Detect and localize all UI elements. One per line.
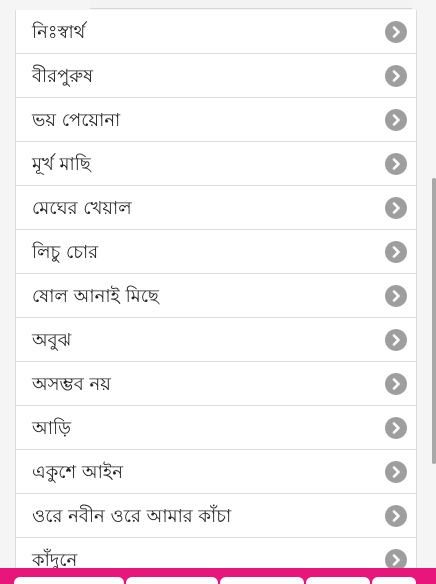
- list-item[interactable]: আড়ি: [16, 406, 416, 450]
- chevron-right-circle-icon: [385, 417, 407, 439]
- list-item-label: ভয় পেয়োনা: [32, 110, 121, 131]
- scrollbar[interactable]: [432, 178, 436, 464]
- top-search-bar-edge: [90, 0, 412, 9]
- list-item[interactable]: নিঃস্বার্থ: [16, 10, 416, 54]
- chevron-right-circle-icon: [385, 21, 407, 43]
- chevron-right-circle-icon: [385, 373, 407, 395]
- list-item[interactable]: ভয় পেয়োনা: [16, 98, 416, 142]
- list-item-label: ষোল আনাই মিছে: [32, 286, 159, 307]
- chevron-right-circle-icon: [385, 505, 407, 527]
- list-item-label: মূর্খ মাছি: [32, 154, 91, 175]
- list-item[interactable]: মেঘের খেয়াল: [16, 186, 416, 230]
- list-item-label: একুশে আইন: [32, 462, 123, 483]
- list-item[interactable]: ওরে নবীন ওরে আমার কাঁচা: [16, 494, 416, 538]
- list-item[interactable]: ষোল আনাই মিছে: [16, 274, 416, 318]
- list-item-label: আড়ি: [32, 418, 71, 439]
- list-item-label: বীরপুরুষ: [32, 66, 94, 87]
- chevron-right-circle-icon: [385, 285, 407, 307]
- bottom-tab-bar: [0, 568, 436, 584]
- bottom-tab[interactable]: [306, 577, 370, 584]
- poem-list-screen: নিঃস্বার্থ বীরপুরুষ ভয় পেয়োনা মূর্খ মা…: [0, 0, 436, 584]
- list-item[interactable]: মূর্খ মাছি: [16, 142, 416, 186]
- chevron-right-circle-icon: [385, 65, 407, 87]
- bottom-tab[interactable]: [220, 577, 304, 584]
- list-item-label: ওরে নবীন ওরে আমার কাঁচা: [32, 506, 232, 527]
- chevron-right-circle-icon: [385, 461, 407, 483]
- bottom-tab[interactable]: [126, 577, 218, 584]
- poem-list: নিঃস্বার্থ বীরপুরুষ ভয় পেয়োনা মূর্খ মা…: [15, 10, 417, 582]
- chevron-right-circle-icon: [385, 241, 407, 263]
- list-item[interactable]: লিচু চোর: [16, 230, 416, 274]
- bottom-tab[interactable]: [372, 577, 416, 584]
- chevron-right-circle-icon: [385, 197, 407, 219]
- list-item-label: লিচু চোর: [32, 242, 99, 263]
- list-item[interactable]: একুশে আইন: [16, 450, 416, 494]
- bottom-tab[interactable]: [14, 577, 124, 584]
- chevron-right-circle-icon: [385, 153, 407, 175]
- list-item[interactable]: অবুঝ: [16, 318, 416, 362]
- chevron-right-circle-icon: [385, 109, 407, 131]
- list-item-label: অবুঝ: [32, 330, 72, 351]
- list-item-label: অসম্ভব নয়: [32, 374, 111, 395]
- list-item[interactable]: অসম্ভব নয়: [16, 362, 416, 406]
- list-item[interactable]: বীরপুরুষ: [16, 54, 416, 98]
- list-item-label: নিঃস্বার্থ: [32, 22, 86, 43]
- chevron-right-circle-icon: [385, 329, 407, 351]
- list-item-label: মেঘের খেয়াল: [32, 198, 132, 219]
